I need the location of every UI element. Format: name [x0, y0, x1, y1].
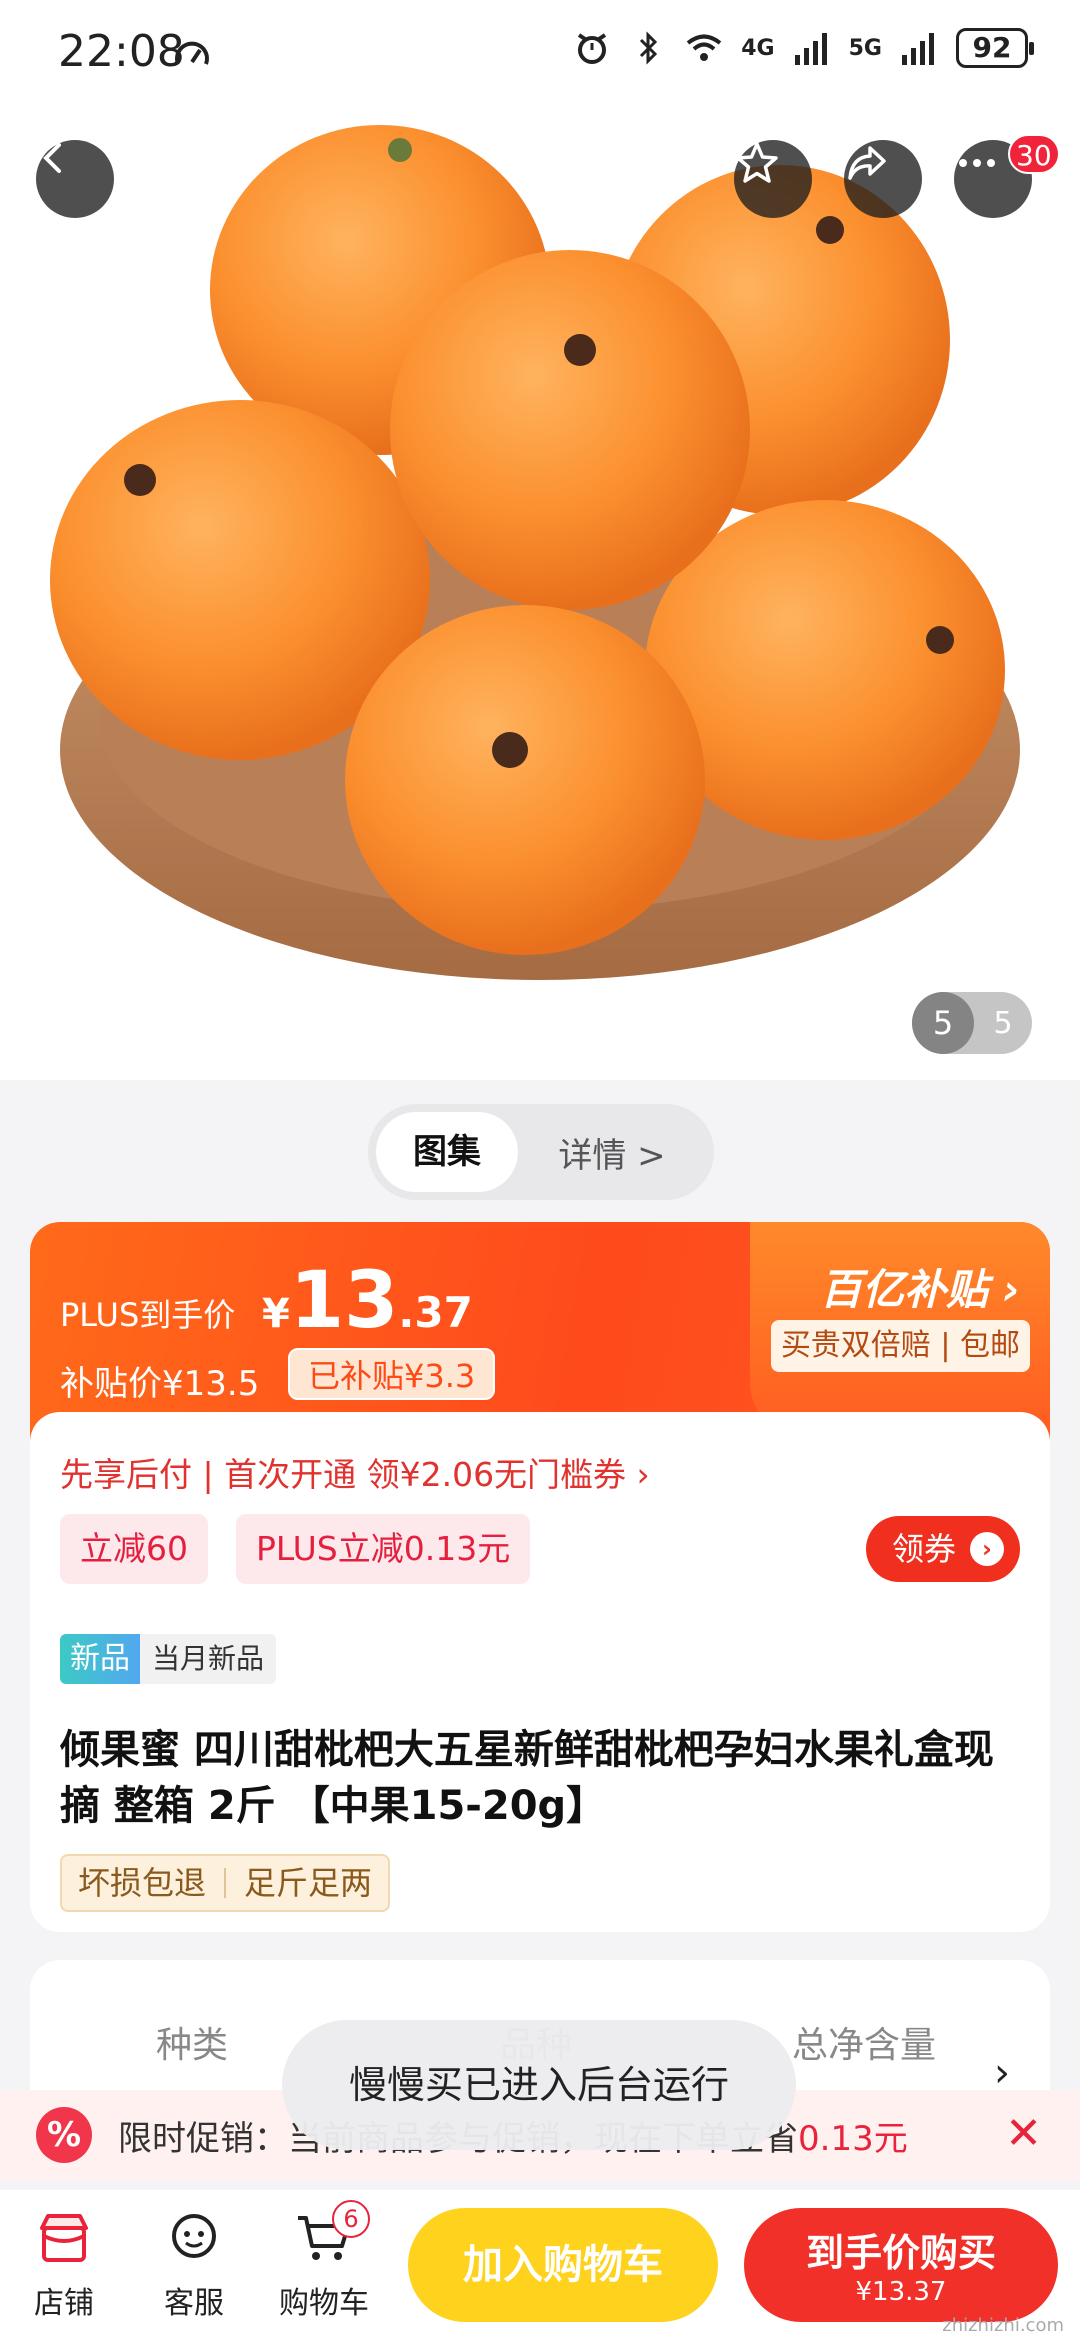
- subsidy-price-label: 补贴价¥13.5: [60, 1364, 260, 1404]
- signal-5g: 5G: [848, 35, 882, 61]
- service-label: 客服: [164, 2286, 224, 2321]
- background-toast: 慢慢买已进入后台运行: [282, 2020, 796, 2150]
- wifi-icon: [686, 34, 722, 61]
- new-tag-label: 新品: [60, 1634, 140, 1684]
- spec-net-weight: 总净含量: [792, 2025, 937, 2066]
- divider: [224, 1868, 227, 1898]
- shop-tab[interactable]: 店铺: [4, 2206, 124, 2322]
- buy-price: ¥13.37: [855, 2277, 947, 2307]
- star-icon: [736, 142, 778, 183]
- signal-bars-icon-2: [902, 33, 934, 65]
- watermark: zhizhizhi.com: [942, 2315, 1064, 2336]
- more-badge: 30: [1008, 134, 1060, 174]
- alarm-icon: [578, 33, 607, 64]
- add-to-cart-button[interactable]: 加入购物车: [408, 2208, 718, 2322]
- subsidy-guarantee-tags: 买贵双倍赔 | 包邮: [770, 1320, 1030, 1372]
- close-icon[interactable]: ✕: [1005, 2108, 1042, 2159]
- buy-now-button[interactable]: 到手价购买 ¥13.37: [744, 2208, 1058, 2322]
- view-toggle: 图集 详情 >: [368, 1104, 714, 1200]
- tab-details[interactable]: 详情 >: [518, 1128, 706, 1177]
- guarantee-weight: 足斤足两: [244, 1864, 373, 1902]
- status-icons: 4G 5G 92: [573, 28, 1034, 68]
- more-dots-icon: [959, 159, 995, 167]
- favorite-button[interactable]: [734, 140, 812, 218]
- plus-discount-chip[interactable]: PLUS立减0.13元: [236, 1514, 531, 1584]
- price-decimal: .37: [398, 1288, 473, 1337]
- signal-4g: 4G: [741, 35, 775, 61]
- product-image-carousel[interactable]: 5 5: [0, 110, 1080, 1080]
- service-guarantees[interactable]: 坏损包退 足斤足两: [60, 1854, 391, 1912]
- share-button[interactable]: [844, 140, 922, 218]
- price-header: PLUS到手价 ¥13.37 补贴价¥13.5 已补贴¥3.3 百亿补贴 › 买…: [30, 1222, 1050, 1442]
- price-body: 先享后付 | 首次开通 领¥2.06无门槛券 › 立减60 PLUS立减0.13…: [30, 1412, 1050, 1932]
- subsidy-chip: 已补贴¥3.3: [288, 1348, 496, 1400]
- discount-chip-60[interactable]: 立减60: [60, 1514, 208, 1584]
- status-bar: 22:08 4G 5G 92: [0, 0, 1080, 110]
- service-tab[interactable]: 客服: [134, 2206, 254, 2322]
- chevron-left-icon: [43, 143, 61, 173]
- new-tag-text: 当月新品: [140, 1634, 277, 1684]
- spec-type: 种类: [156, 2025, 229, 2066]
- new-product-tag: 新品 当月新品: [60, 1634, 277, 1684]
- plus-price-label: PLUS到手价: [60, 1296, 236, 1334]
- coupon-label: 领券: [892, 1530, 957, 1568]
- subsidy-brand[interactable]: 百亿补贴 ›: [820, 1256, 1020, 1317]
- product-photo: [50, 125, 1020, 980]
- battery-indicator: 92: [956, 28, 1034, 68]
- price-card: PLUS到手价 ¥13.37 补贴价¥13.5 已补贴¥3.3 百亿补贴 › 买…: [30, 1222, 1050, 1932]
- cart-label: 购物车: [279, 2286, 369, 2321]
- get-coupon-button[interactable]: 领券 ›: [866, 1516, 1020, 1582]
- product-title: 倾果蜜 四川甜枇杷大五星新鲜甜枇杷孕妇水果礼盒现摘 整箱 2斤 【中果15-20…: [60, 1727, 994, 1829]
- tab-gallery[interactable]: 图集: [376, 1112, 518, 1192]
- signal-bars-icon: [794, 33, 827, 65]
- product-page: 22:08 4G 5G 92 5 5 30 图集 详情 > PLUS到手价 ¥1…: [0, 0, 1080, 2340]
- percent-icon: %: [36, 2107, 92, 2163]
- bottom-action-bar: 店铺 客服 购物车 6 加入购物车 到手价购买 ¥13.37: [0, 2190, 1080, 2340]
- back-button[interactable]: [36, 140, 114, 218]
- promo-label: 限时促销：: [118, 2118, 288, 2159]
- shop-label: 店铺: [34, 2286, 94, 2321]
- speedometer-icon: [175, 41, 209, 65]
- price-integer: 13: [289, 1256, 399, 1346]
- share-icon: [848, 146, 886, 180]
- guarantee-damage: 坏损包退: [78, 1864, 207, 1902]
- pager-total: 5: [993, 1005, 1013, 1041]
- chevron-right-icon: ›: [970, 1532, 1004, 1566]
- pay-later-promo[interactable]: 先享后付 | 首次开通 领¥2.06无门槛券 ›: [60, 1448, 650, 1496]
- shop-icon: [40, 2214, 88, 2262]
- bluetooth-icon: [640, 31, 658, 65]
- plus-price: ¥13.37: [262, 1256, 473, 1346]
- buy-label: 到手价购买: [805, 2231, 996, 2275]
- price-currency: ¥: [262, 1291, 290, 1337]
- status-time: 22:08: [58, 26, 185, 77]
- image-pager: 5 5: [912, 992, 1032, 1054]
- customer-service-icon: [172, 2214, 216, 2258]
- promo-amount: 0.13元: [798, 2118, 908, 2159]
- pager-current: 5: [912, 992, 974, 1054]
- cart-count-badge: 6: [332, 2200, 370, 2238]
- subsidy-brand-text: 百亿补贴: [820, 1265, 989, 1314]
